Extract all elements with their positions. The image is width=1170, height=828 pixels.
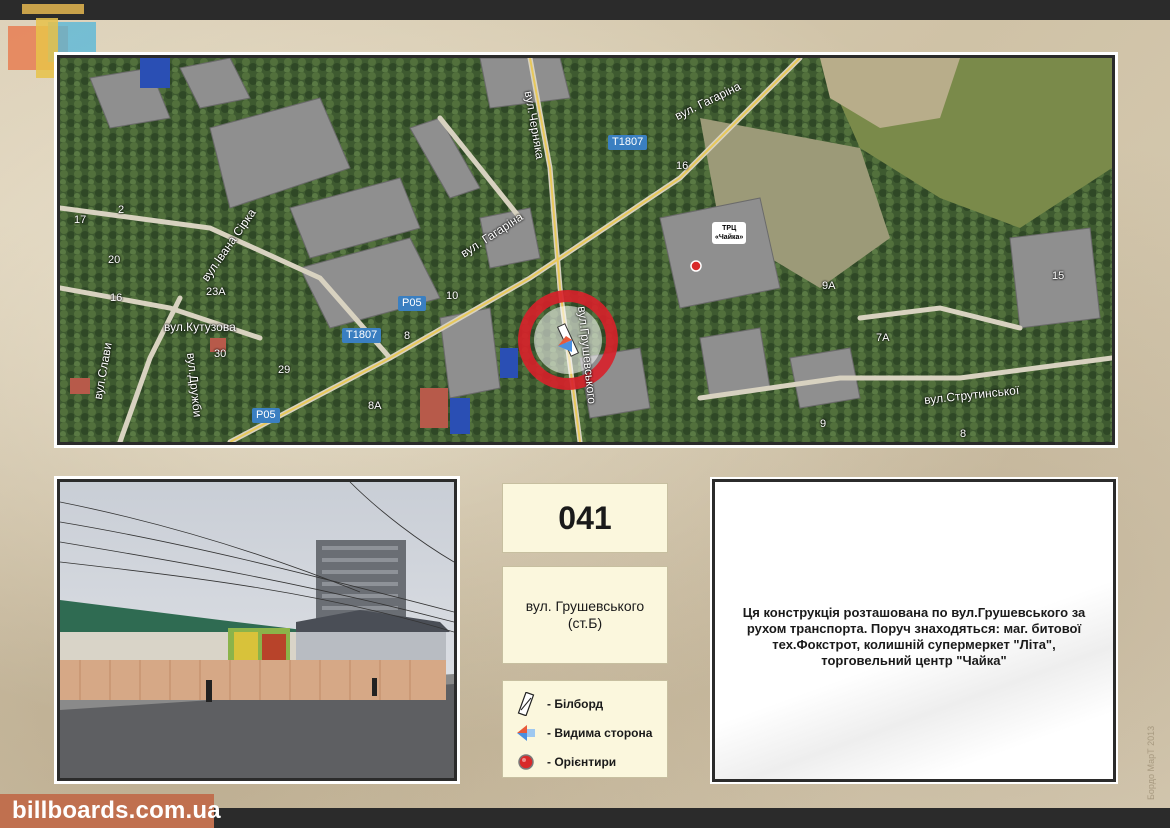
- map-legend: - Білборд - Видима сторона - Орієнтири: [502, 680, 668, 778]
- description-text: Ця конструкція розташована по вул.Грушев…: [742, 604, 1086, 668]
- house-number: 16: [676, 160, 689, 172]
- house-number: 17: [74, 214, 87, 226]
- board-address: вул. Грушевського (ст.Б): [502, 566, 668, 664]
- poi-label-line: ТРЦ: [722, 225, 737, 232]
- map-frame: вул. Гагаріна вул.Черняка вул. Гагаріна …: [54, 52, 1118, 448]
- route-tag: P05: [252, 408, 280, 423]
- visible-side-icon: [513, 721, 539, 745]
- house-number: 16: [110, 292, 123, 304]
- house-number: 15: [1052, 270, 1065, 282]
- route-tag: P05: [398, 296, 426, 311]
- house-number: 7А: [876, 332, 890, 344]
- description-panel: Ця конструкція розташована по вул.Грушев…: [712, 479, 1116, 782]
- address-side: (ст.Б): [567, 615, 603, 631]
- board-number: 041: [502, 483, 668, 553]
- house-number: 30: [214, 348, 227, 360]
- copyright-text: Бордо МарТ 2013: [1146, 725, 1156, 800]
- house-number: 23А: [206, 286, 226, 298]
- poi-label-chaika: ТРЦ «Чайка»: [712, 222, 747, 244]
- house-number: 10: [446, 290, 459, 302]
- description-frame: Ця конструкція розташована по вул.Грушев…: [710, 477, 1118, 784]
- address-street: вул. Грушевського: [525, 598, 645, 614]
- house-number: 9А: [822, 280, 836, 292]
- legend-item-landmark: - Орієнтири: [513, 747, 667, 776]
- landmark-icon: [513, 750, 539, 774]
- house-number: 20: [108, 254, 121, 266]
- route-tag: T1807: [608, 135, 648, 150]
- house-number: 2: [118, 204, 125, 216]
- legend-label: - Орієнтири: [547, 754, 617, 769]
- house-number: 8: [404, 330, 411, 342]
- route-tag: T1807: [342, 328, 382, 343]
- top-bar: [0, 0, 1170, 20]
- location-map[interactable]: вул. Гагаріна вул.Черняка вул. Гагаріна …: [57, 55, 1115, 445]
- house-number: 29: [278, 364, 291, 376]
- poi-label-line: «Чайка»: [715, 234, 744, 241]
- street-photo-image: [60, 482, 454, 778]
- house-number: 8А: [368, 400, 382, 412]
- legend-label: - Білборд: [547, 696, 604, 711]
- site-brand-link[interactable]: billboards.com.ua: [0, 794, 221, 828]
- street-label: вул.Кутузова: [164, 320, 236, 334]
- photo-frame: [54, 476, 460, 784]
- house-number: 9: [820, 418, 827, 430]
- site-photo[interactable]: [57, 479, 457, 781]
- house-number: 8: [960, 428, 967, 440]
- legend-item-visible-side: - Видима сторона: [513, 718, 667, 747]
- legend-item-billboard: - Білборд: [513, 689, 667, 718]
- legend-label: - Видима сторона: [547, 725, 653, 740]
- billboard-icon: [513, 691, 539, 716]
